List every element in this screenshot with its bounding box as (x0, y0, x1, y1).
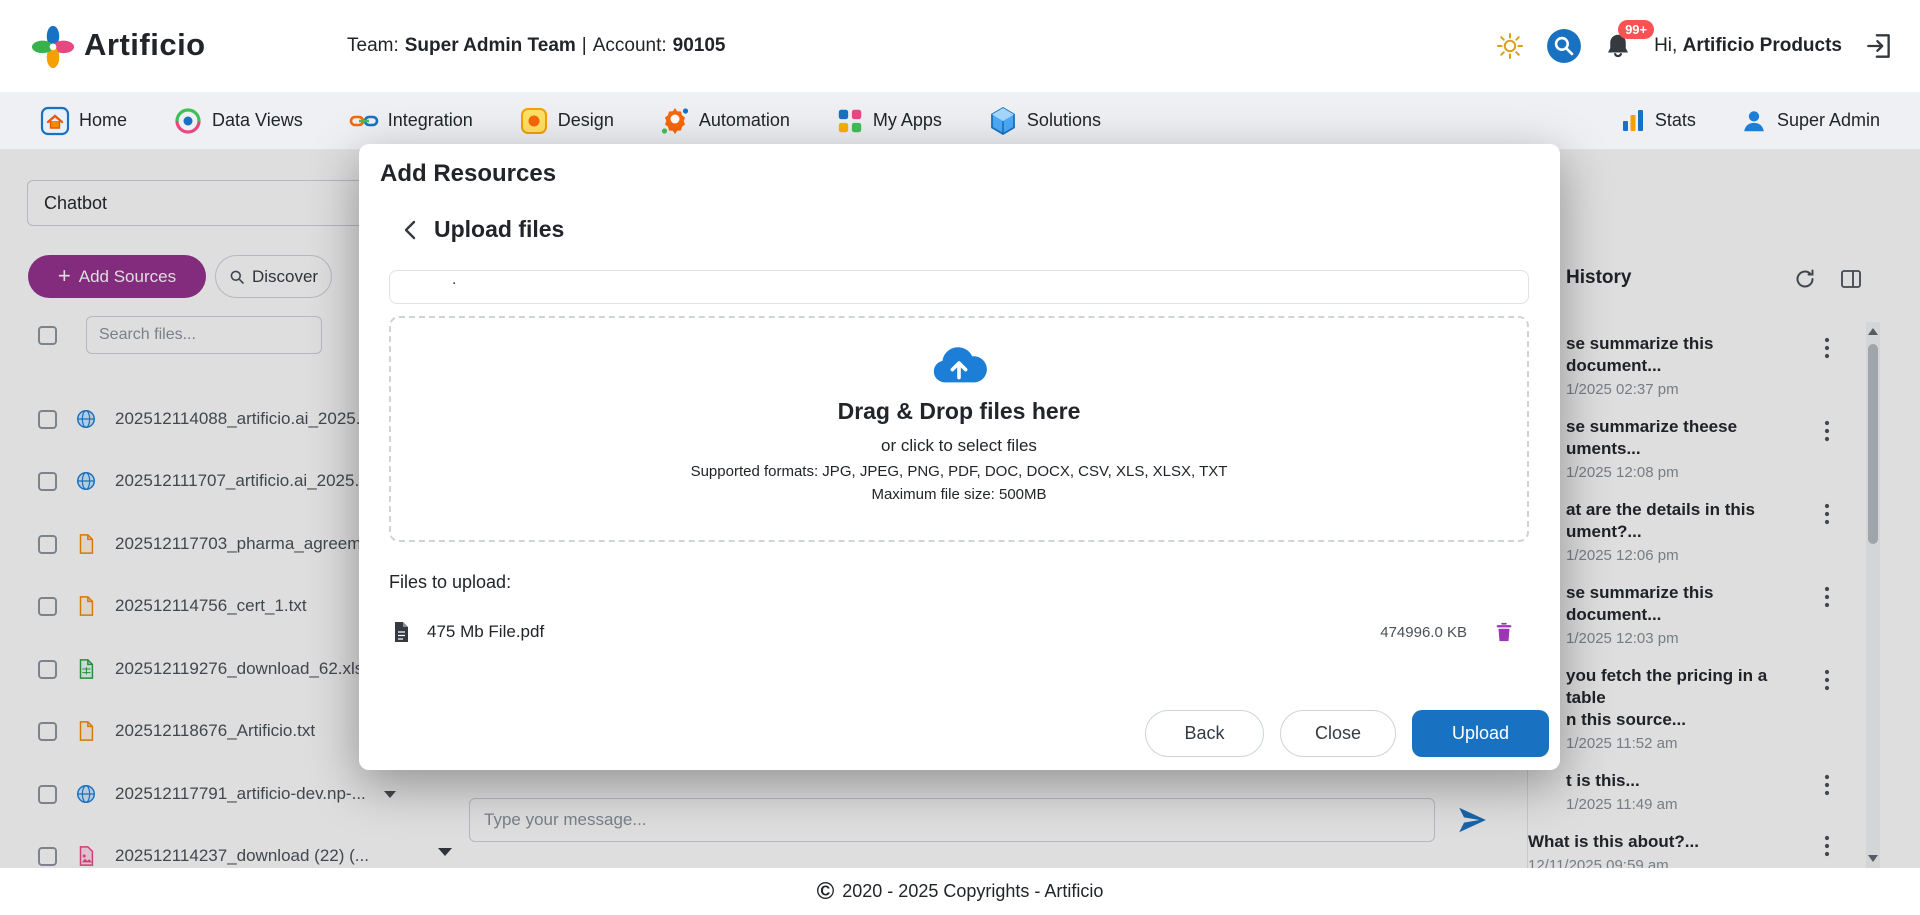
close-button[interactable]: Close (1280, 710, 1396, 757)
notifications-button[interactable]: 99+ (1604, 32, 1632, 60)
back-button[interactable]: Back (1145, 710, 1264, 757)
automation-gear-icon (660, 106, 690, 136)
footer-text: 2020 - 2025 Copyrights - Artificio (842, 881, 1103, 902)
nav-item-my-apps[interactable]: My Apps (836, 107, 942, 135)
delete-file-button[interactable] (1493, 621, 1515, 643)
global-search-button[interactable] (1546, 28, 1582, 64)
nav-label: Design (558, 110, 614, 131)
nav-item-data-views[interactable]: Data Views (173, 106, 303, 136)
stats-button[interactable]: Stats (1620, 108, 1696, 134)
cloud-upload-icon (930, 342, 988, 384)
nav-item-integration[interactable]: Integration (349, 106, 473, 136)
stats-bars-icon (1620, 108, 1646, 134)
file-dropzone[interactable]: Drag & Drop files here or click to selec… (389, 316, 1529, 542)
upload-button[interactable]: Upload (1412, 710, 1549, 757)
user-greeting: Hi, Artificio Products (1654, 35, 1842, 57)
dropzone-subheading: or click to select files (881, 436, 1037, 456)
team-name: Super Admin Team (405, 35, 576, 57)
role-menu[interactable]: Super Admin (1740, 107, 1880, 135)
modal-buttons: Back Close Upload (359, 710, 1560, 757)
upload-file-row: 475 Mb File.pdf 474996.0 KB (389, 612, 1529, 652)
nav-label: Home (79, 110, 127, 131)
trash-icon (1493, 621, 1515, 643)
nav-label: Automation (699, 110, 790, 131)
upload-file-name: 475 Mb File.pdf (427, 622, 544, 642)
copyright-icon: © (817, 880, 835, 904)
notification-badge: 99+ (1618, 20, 1654, 39)
dropzone-heading: Drag & Drop files here (838, 398, 1081, 425)
team-account-line: Team: Super Admin Team | Account: 90105 (347, 0, 726, 92)
team-label: Team: (347, 35, 399, 57)
pdf-file-icon (389, 620, 413, 644)
upload-file-size: 474996.0 KB (1380, 624, 1467, 641)
dropzone-max-size: Maximum file size: 500MB (871, 486, 1046, 503)
design-icon (519, 106, 549, 136)
nav-label: Data Views (212, 110, 303, 131)
back-arrow-button[interactable] (395, 214, 427, 246)
add-resources-modal: Add Resources Upload files . Drag & Drop… (359, 144, 1560, 770)
nav-item-design[interactable]: Design (519, 106, 614, 136)
role-label: Super Admin (1777, 110, 1880, 131)
upload-note-text: . (452, 271, 456, 289)
sun-icon (1496, 32, 1524, 60)
brand[interactable]: Artificio (30, 22, 206, 68)
modal-title: Add Resources (380, 160, 556, 188)
nav-right: Stats Super Admin (1620, 107, 1880, 135)
solutions-cube-icon (988, 106, 1018, 136)
theme-toggle-button[interactable] (1496, 32, 1524, 60)
nav-item-automation[interactable]: Automation (660, 106, 790, 136)
greeting-prefix: Hi, (1654, 35, 1677, 56)
header-actions: 99+ Hi, Artificio Products (1496, 0, 1894, 92)
footer: © 2020 - 2025 Copyrights - Artificio (0, 868, 1920, 915)
integration-icon (349, 106, 379, 136)
upload-note-box: . (389, 270, 1529, 304)
top-header: Artificio Team: Super Admin Team | Accou… (0, 0, 1920, 92)
files-to-upload-label: Files to upload: (389, 572, 511, 593)
nav-label: Integration (388, 110, 473, 131)
brand-name: Artificio (84, 27, 206, 63)
apps-grid-icon (836, 107, 864, 135)
app-root: Artificio Team: Super Admin Team | Accou… (0, 0, 1920, 915)
home-icon (40, 106, 70, 136)
logout-button[interactable] (1864, 31, 1894, 61)
nav-item-solutions[interactable]: Solutions (988, 106, 1101, 136)
nav-item-home[interactable]: Home (40, 106, 127, 136)
dropzone-formats: Supported formats: JPG, JPEG, PNG, PDF, … (691, 463, 1228, 480)
nav-label: My Apps (873, 110, 942, 131)
modal-step-title: Upload files (434, 216, 564, 243)
account-label: Account: (593, 35, 667, 57)
artificio-logo-icon (30, 22, 76, 68)
chevron-left-icon (399, 218, 423, 242)
greeting-user-name: Artificio Products (1683, 35, 1842, 56)
user-icon (1740, 107, 1768, 135)
search-icon (1546, 28, 1582, 64)
data-views-icon (173, 106, 203, 136)
nav-label: Solutions (1027, 110, 1101, 131)
team-account-divider: | (582, 35, 587, 57)
nav-items: Home Data Views (40, 106, 1101, 136)
main-nav: Home Data Views (0, 92, 1920, 150)
stats-label: Stats (1655, 110, 1696, 131)
account-number: 90105 (673, 35, 726, 57)
logout-icon (1864, 31, 1894, 61)
